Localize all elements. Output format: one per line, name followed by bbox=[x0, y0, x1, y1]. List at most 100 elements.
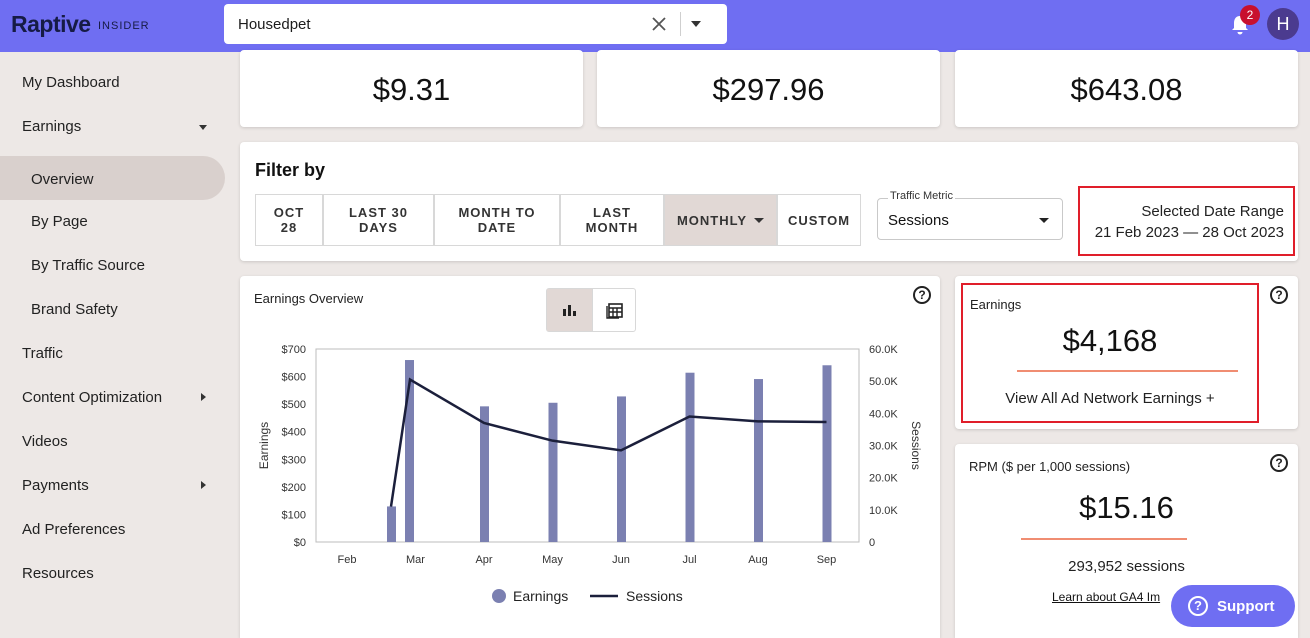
stat-value: $297.96 bbox=[712, 72, 825, 107]
sidebar: My Dashboard Earnings Overview By Page B… bbox=[0, 52, 228, 638]
sidebar-item-videos[interactable]: Videos bbox=[0, 422, 228, 462]
sidebar-item-label: Brand Safety bbox=[31, 301, 118, 318]
sidebar-item-traffic[interactable]: Traffic bbox=[0, 334, 228, 374]
sidebar-item-label: Payments bbox=[22, 477, 89, 494]
chevron-down-icon bbox=[1039, 218, 1049, 223]
y-tick-label: $300 bbox=[282, 454, 306, 466]
x-tick-label: May bbox=[542, 554, 563, 566]
y2-tick-label: 40.0K bbox=[869, 408, 898, 420]
filter-monthly-label: MONTHLY bbox=[676, 212, 748, 228]
earnings-bar bbox=[685, 372, 695, 542]
sidebar-item-label: By Page bbox=[31, 213, 88, 230]
traffic-metric-select[interactable]: Sessions bbox=[877, 198, 1063, 240]
filter-last-30-days-button[interactable]: LAST 30 DAYS bbox=[323, 194, 434, 246]
y-tick-label: $0 bbox=[294, 537, 306, 549]
support-label: Support bbox=[1217, 598, 1275, 615]
y-axis-label: Earnings bbox=[257, 422, 271, 469]
sidebar-item-payments[interactable]: Payments bbox=[0, 466, 228, 506]
chevron-right-icon bbox=[201, 481, 206, 489]
earnings-title: Earnings bbox=[970, 297, 1022, 312]
sidebar-item-label: Overview bbox=[31, 171, 94, 188]
sidebar-item-label: Ad Preferences bbox=[22, 521, 126, 538]
earnings-overview-card: Earnings Overview ? $0 $100 $200 $300 $400 $5… bbox=[240, 276, 940, 638]
chevron-down-icon[interactable] bbox=[691, 21, 701, 27]
earnings-chart: $0 $100 $200 $300 $400 $500 $600 $700 0 10.0K 20.0… bbox=[257, 344, 923, 604]
divider bbox=[1021, 538, 1187, 540]
filter-custom-button[interactable]: CUSTOM bbox=[777, 194, 861, 246]
filter-oct-28-button[interactable]: OCT 28 bbox=[255, 194, 323, 246]
view-all-earnings-link[interactable]: View All Ad Network Earnings + bbox=[963, 390, 1257, 407]
earnings-bar bbox=[480, 406, 489, 542]
earnings-bar bbox=[617, 396, 626, 542]
rpm-title: RPM ($ per 1,000 sessions) bbox=[969, 459, 1131, 474]
earnings-value: $4,168 bbox=[1062, 323, 1158, 358]
sidebar-item-resources[interactable]: Resources bbox=[0, 554, 228, 594]
sidebar-item-overview[interactable]: Overview bbox=[0, 156, 225, 200]
sidebar-item-my-dashboard[interactable]: My Dashboard bbox=[0, 63, 228, 103]
y2-tick-label: 10.0K bbox=[869, 505, 898, 517]
sidebar-item-ad-preferences[interactable]: Ad Preferences bbox=[0, 510, 228, 550]
y2-axis-label: Sessions bbox=[909, 421, 923, 470]
avatar[interactable]: H bbox=[1267, 8, 1299, 40]
sidebar-item-content-optimization[interactable]: Content Optimization bbox=[0, 378, 228, 418]
rpm-value: $15.16 bbox=[1079, 490, 1174, 525]
legend-earnings-swatch bbox=[492, 589, 506, 603]
earnings-card: Earnings $4,168 View All Ad Network Earn… bbox=[955, 276, 1298, 429]
y-tick-label: $700 bbox=[282, 344, 306, 356]
ga4-info-link[interactable]: Learn about GA4 Im bbox=[1052, 590, 1160, 604]
help-icon[interactable]: ? bbox=[1270, 286, 1288, 304]
divider bbox=[1017, 370, 1238, 372]
stat-card: $643.08 bbox=[955, 50, 1298, 127]
filter-month-to-date-button[interactable]: MONTH TO DATE bbox=[434, 194, 560, 246]
stat-card: $297.96 bbox=[597, 50, 940, 127]
y-tick-label: $400 bbox=[282, 427, 306, 439]
y2-tick-label: 60.0K bbox=[869, 344, 898, 356]
date-range-value: 21 Feb 2023 — 28 Oct 2023 bbox=[1094, 224, 1284, 241]
date-range-label: Selected Date Range bbox=[1141, 203, 1284, 220]
sidebar-item-by-traffic-source[interactable]: By Traffic Source bbox=[0, 246, 228, 286]
filter-last-month-button[interactable]: LAST MONTH bbox=[560, 194, 664, 246]
traffic-metric-label: Traffic Metric bbox=[888, 190, 955, 202]
y2-tick-label: 20.0K bbox=[869, 473, 898, 485]
y2-tick-label: 50.0K bbox=[869, 376, 898, 388]
site-select[interactable]: Housedpet bbox=[224, 4, 727, 44]
help-icon[interactable]: ? bbox=[1270, 454, 1288, 472]
clear-icon[interactable] bbox=[649, 14, 669, 34]
sidebar-item-by-page[interactable]: By Page bbox=[0, 202, 228, 242]
raptive-logo[interactable]: Raptive bbox=[11, 11, 91, 38]
earnings-bar bbox=[387, 506, 396, 542]
y2-tick-label: 30.0K bbox=[869, 441, 898, 453]
y-tick-label: $500 bbox=[282, 399, 306, 411]
filter-monthly-button[interactable]: MONTHLY bbox=[664, 194, 777, 246]
x-tick-label: Aug bbox=[748, 554, 768, 566]
x-tick-label: Mar bbox=[406, 554, 425, 566]
sidebar-item-label: Videos bbox=[22, 433, 68, 450]
sidebar-item-earnings[interactable]: Earnings bbox=[0, 107, 228, 147]
legend-sessions-label: Sessions bbox=[626, 588, 683, 604]
support-button[interactable]: ? Support bbox=[1171, 585, 1295, 627]
selected-date-range: Selected Date Range 21 Feb 2023 — 28 Oct… bbox=[1078, 186, 1295, 256]
sidebar-item-label: My Dashboard bbox=[22, 74, 120, 91]
y-tick-label: $200 bbox=[282, 482, 306, 494]
sidebar-item-label: Resources bbox=[22, 565, 94, 582]
sidebar-item-label: Traffic bbox=[22, 345, 63, 362]
earnings-bar bbox=[754, 379, 763, 542]
y-tick-label: $100 bbox=[282, 509, 306, 521]
filter-title: Filter by bbox=[255, 160, 326, 180]
x-tick-label: Feb bbox=[338, 554, 357, 566]
earnings-bar bbox=[822, 365, 832, 542]
sidebar-item-label: Earnings bbox=[22, 118, 82, 135]
stat-card: $9.31 bbox=[240, 50, 583, 127]
y2-tick-label: 0 bbox=[869, 537, 875, 549]
earnings-highlight: Earnings $4,168 View All Ad Network Earn… bbox=[961, 283, 1259, 423]
stat-value: $643.08 bbox=[1070, 72, 1183, 107]
x-tick-label: Jul bbox=[682, 554, 696, 566]
logo-subtitle: INSIDER bbox=[98, 20, 150, 32]
earnings-bar bbox=[548, 402, 558, 542]
sidebar-item-brand-safety[interactable]: Brand Safety bbox=[0, 290, 228, 330]
x-tick-label: Jun bbox=[612, 554, 630, 566]
chevron-right-icon bbox=[201, 393, 206, 401]
y-tick-label: $600 bbox=[282, 372, 306, 384]
top-bar: Raptive INSIDER Housedpet 2 H bbox=[0, 0, 1310, 52]
notification-badge: 2 bbox=[1240, 5, 1260, 25]
